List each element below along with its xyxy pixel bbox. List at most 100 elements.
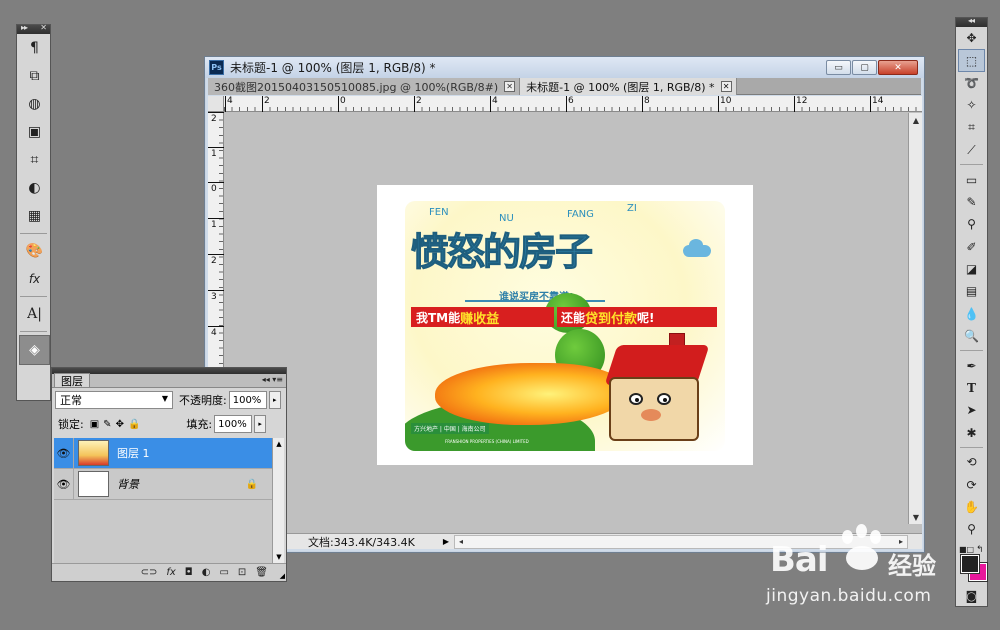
baidu-jingyan-watermark: Bai 经验 jingyan.baidu.com [766,520,950,615]
toolbox-header[interactable]: ◂◂ [956,16,987,27]
info-panel-button[interactable]: ◐ [17,174,52,202]
gradient-tool[interactable]: ▤ [956,280,987,302]
close-icon[interactable]: ✕ [720,81,732,92]
tab-layers[interactable]: 图层 [54,373,90,388]
blur-tool[interactable]: 💧 [956,303,987,325]
history-brush-icon: ✐ [966,239,977,254]
mask-icon[interactable]: ◘ [185,567,193,578]
collapse-icon[interactable]: ▸▸ [21,23,28,32]
resize-grip-icon[interactable]: ◢ [280,572,285,580]
vertical-scrollbar[interactable]: ▲ ▼ [908,113,922,524]
tab-screenshot-jpg[interactable]: 360截图20150403150510085.jpg @ 100%(RGB/8#… [208,78,521,95]
ruler-origin[interactable] [208,96,224,112]
visibility-toggle[interactable]: 👁 [54,468,74,500]
scroll-up-icon[interactable]: ▲ [273,438,285,450]
styles-panel-button[interactable]: 🎨 [17,237,52,265]
hand-tool[interactable]: ✋ [956,496,987,518]
panel-dock-strip: ▸▸ ✕ ¶ ⧉ ◍ ▣ ⌗ ◐ ▦ 🎨 fx A| ◈ [16,23,52,401]
move-tool[interactable]: ✥ [956,27,987,49]
character-panel-button[interactable]: A| [17,300,52,328]
toolbox: ◂◂ ✥ ⬚ ➰ ✧ ⌗ ⟋ ▭ ✎ ⚲ ✐ ◪ ▤ 💧 🔍 ✒ T ➤ ✱ ⟲… [955,16,988,607]
horizontal-ruler[interactable]: 4 2 0 2 4 6 8 10 12 14 [224,96,922,112]
scroll-down-icon[interactable]: ▼ [273,551,285,563]
eraser-tool[interactable]: ◪ [956,258,987,280]
visibility-toggle[interactable]: 👁 [54,437,74,469]
fx-icon[interactable]: fx [166,567,175,578]
pen-tool[interactable]: ✒ [956,354,987,376]
lock-brush-icon[interactable]: ✎ [103,419,111,430]
lock-all-icon[interactable]: 🔒 [128,419,140,430]
link-icon[interactable]: ⊂⊃ [141,567,158,578]
document-canvas[interactable]: FEN NU FANG ZI 愤怒的房子 谁说买房不靠谱! 我TM能 赚收益 还能… [377,185,753,465]
cloud-shape [683,239,711,257]
3d-rotate-tool[interactable]: ⟲ [956,451,987,473]
fill-slider-button[interactable]: ▸ [254,415,267,433]
layer-name[interactable]: 背景 [117,476,139,492]
scroll-left-icon[interactable]: ◂ [455,536,467,548]
paragraph-panel-button[interactable]: ¶ [17,34,52,62]
transform-panel-button[interactable]: ⌗ [17,146,52,174]
swap-colors-icon[interactable]: ↰ [976,545,984,555]
opacity-slider-button[interactable]: ▸ [268,391,281,409]
group-icon[interactable]: ▭ [219,567,228,578]
collapse-icon[interactable]: ◂◂ [968,16,975,25]
document-size-info: 文档:343.4K/343.4K [308,535,415,549]
magic-wand-tool[interactable]: ✧ [956,94,987,116]
lasso-tool[interactable]: ➰ [956,72,987,94]
path-selection-tool[interactable]: ➤ [956,399,987,421]
custom-shape-tool[interactable]: ✱ [956,422,987,444]
fx-panel-button[interactable]: fx [17,265,52,293]
status-menu-arrow-icon[interactable]: ▶ [440,536,452,548]
default-colors-icon[interactable]: ■□ [959,545,974,554]
divider [20,233,47,234]
dodge-tool[interactable]: 🔍 [956,325,987,347]
layers-panel-button[interactable]: ◈ [19,335,50,365]
scroll-up-icon[interactable]: ▲ [909,113,923,127]
layer-name[interactable]: 图层 1 [117,445,150,461]
brush-tool[interactable]: ✎ [956,191,987,213]
close-button[interactable]: ✕ [878,60,918,75]
eyedropper-tool[interactable]: ⟋ [956,139,987,161]
panel-dock-header[interactable]: ▸▸ ✕ [17,23,50,34]
close-icon[interactable]: ✕ [504,81,516,92]
quick-mask-button[interactable]: ◙ [956,585,987,607]
crop-tool[interactable]: ⌗ [956,117,987,139]
new-layer-icon[interactable]: ⊡ [238,567,246,578]
document-titlebar[interactable]: Ps 未标题-1 @ 100% (图层 1, RGB/8) * ▭ ▢ ✕ [205,57,924,78]
close-icon[interactable]: ✕ [40,23,47,32]
3d-orbit-tool[interactable]: ⟳ [956,473,987,495]
maximize-button[interactable]: ▢ [852,60,877,75]
histogram-panel-button[interactable]: ▣ [17,118,52,146]
poster-artwork: FEN NU FANG ZI 愤怒的房子 谁说买房不靠谱! 我TM能 赚收益 还能… [405,201,725,451]
lock-position-icon[interactable]: ✥ [116,419,124,430]
clone-stamp-tool[interactable]: ⚲ [956,213,987,235]
lock-transparency-icon[interactable]: ▣ [90,419,99,430]
zoom-tool[interactable]: ⚲ [956,518,987,540]
layer-row[interactable]: 👁 背景 🔒 [54,468,272,500]
navigator-panel-button[interactable]: ◍ [17,90,52,118]
adjustment-icon[interactable]: ◐ [202,567,211,578]
tab-untitled-1[interactable]: 未标题-1 @ 100% (图层 1, RGB/8) * ✕ [520,78,737,95]
blend-mode-select[interactable]: 正常 ▼ [55,391,173,409]
clone-source-button[interactable]: ⧉ [17,62,52,90]
layers-scrollbar[interactable]: ▲ ▼ [272,438,284,563]
divider [960,447,983,449]
swatches-panel-button[interactable]: ▦ [17,202,52,230]
pinyin-label: ZI [627,203,637,214]
marquee-tool[interactable]: ⬚ [958,49,985,72]
divider [960,350,983,352]
fill-field[interactable]: 100% [214,415,253,433]
type-tool[interactable]: T [956,377,987,399]
trash-icon[interactable]: 🗑 [255,567,268,578]
layer-row[interactable]: 👁 图层 1 [54,437,272,469]
panel-menu-icon[interactable]: ◂◂ ▾≡ [262,375,283,384]
foreground-color[interactable] [960,553,980,574]
opacity-field[interactable]: 100% [228,391,267,409]
ruler-label: 4 [211,328,217,338]
healing-brush-tool[interactable]: ▭ [956,168,987,190]
brush-icon: ✎ [966,194,977,209]
lasso-icon: ➰ [964,75,979,90]
divider [20,296,47,297]
minimize-button[interactable]: ▭ [826,60,851,75]
history-brush-tool[interactable]: ✐ [956,236,987,258]
